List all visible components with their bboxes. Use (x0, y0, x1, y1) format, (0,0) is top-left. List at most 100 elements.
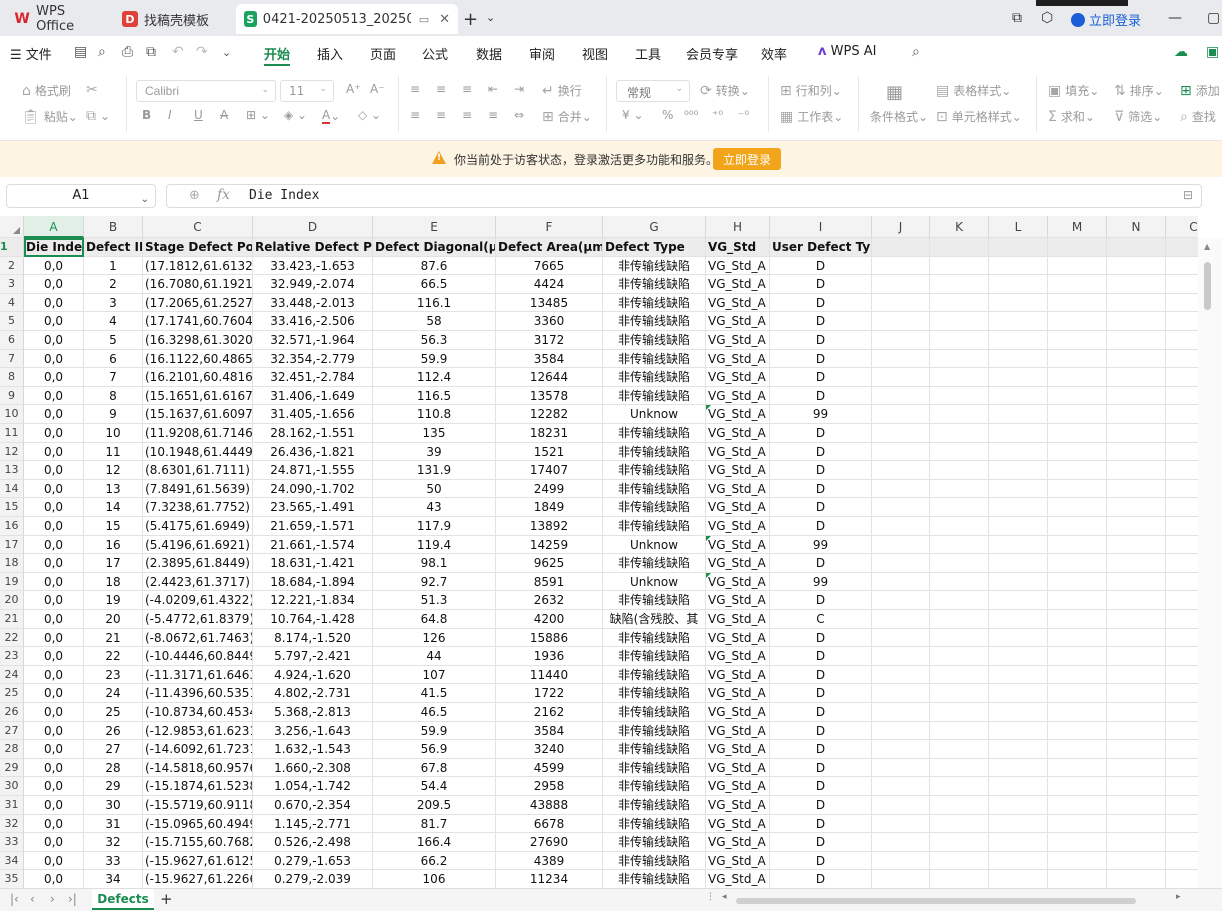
table-cell[interactable]: VG_Std_A (706, 293, 770, 313)
table-cell[interactable] (1107, 461, 1166, 480)
redo-icon[interactable]: ↷ (196, 44, 208, 60)
row-header[interactable]: 3 (0, 275, 24, 294)
distribute-icon[interactable]: ⇔ (514, 108, 524, 122)
header-cell[interactable]: Stage Defect Pos (143, 238, 253, 257)
table-cell[interactable] (930, 814, 989, 834)
sheet-tab-defects[interactable]: Defects (92, 889, 154, 910)
table-cell[interactable]: VG_Std_A (706, 610, 770, 629)
table-cell[interactable]: (-11.4396,60.5351) (143, 684, 253, 703)
table-cell[interactable]: 4200 (496, 610, 603, 629)
convert-button[interactable]: ⟳ 转换 ⌄ (700, 82, 750, 99)
table-cell[interactable]: 18 (84, 572, 143, 592)
table-cell[interactable]: 11234 (496, 870, 603, 889)
table-cell[interactable] (872, 758, 930, 778)
table-cell[interactable]: 4.802,-2.731 (253, 684, 373, 703)
export-icon[interactable]: ⌕ (98, 44, 106, 60)
table-cell[interactable]: D (770, 368, 872, 387)
table-cell[interactable]: (-10.4446,60.8449) (143, 647, 253, 666)
table-cell[interactable]: 0,0 (24, 386, 84, 406)
table-cell[interactable]: 14 (84, 498, 143, 517)
table-cell[interactable] (1048, 517, 1107, 536)
table-cell[interactable]: 非传输线缺陷 (603, 386, 706, 406)
table-cell[interactable]: 131.9 (373, 461, 496, 480)
table-cell[interactable]: VG_Std_A (706, 554, 770, 573)
table-cell[interactable] (1166, 387, 1198, 406)
table-cell[interactable] (1166, 275, 1198, 294)
menu-review[interactable]: 审阅 (529, 44, 555, 63)
table-cell[interactable] (872, 535, 930, 555)
table-cell[interactable] (1048, 628, 1107, 648)
table-cell[interactable]: 66.5 (373, 275, 496, 294)
row-header[interactable]: 10 (0, 405, 24, 424)
clear-icon[interactable]: ◇ ⌄ (358, 108, 381, 122)
table-cell[interactable]: 106 (373, 870, 496, 889)
table-cell[interactable]: 1 (84, 256, 143, 276)
table-cell[interactable]: VG_Std_A (706, 517, 770, 536)
row-header[interactable]: 23 (0, 647, 24, 666)
column-header[interactable]: H (706, 216, 770, 238)
add-button[interactable]: ⊞ 添加 (1180, 82, 1220, 99)
table-cell[interactable]: 非传输线缺陷 (603, 758, 706, 778)
row-header[interactable]: 35 (0, 870, 24, 889)
justify-icon[interactable]: ≡ (488, 108, 498, 122)
table-cell[interactable] (1048, 442, 1107, 462)
table-cell[interactable] (930, 498, 989, 517)
table-cell[interactable]: (5.4175,61.6949) (143, 517, 253, 536)
table-cell[interactable]: 31.405,-1.656 (253, 405, 373, 424)
table-cell[interactable] (930, 331, 989, 350)
row-header[interactable]: 25 (0, 684, 24, 703)
table-cell[interactable] (1048, 461, 1107, 480)
table-cell[interactable]: 1.632,-1.543 (253, 740, 373, 759)
wps-ai-button[interactable]: ᴧ WPS AI (818, 44, 876, 59)
table-cell[interactable]: 8 (84, 386, 143, 406)
table-cell[interactable] (1166, 629, 1198, 648)
table-cell[interactable]: 0,0 (24, 312, 84, 331)
rows-cols-button[interactable]: ⊞ 行和列 ⌄ (780, 82, 842, 99)
table-cell[interactable] (930, 833, 989, 852)
table-cell[interactable]: 非传输线缺陷 (603, 721, 706, 741)
table-cell[interactable] (930, 721, 989, 741)
table-cell[interactable]: 110.8 (373, 405, 496, 424)
align-bottom-icon[interactable]: ≡ (462, 82, 472, 96)
more-icon[interactable]: ⋮ (706, 892, 715, 902)
table-cell[interactable]: 11440 (496, 665, 603, 685)
table-cell[interactable]: D (770, 628, 872, 648)
table-cell[interactable] (872, 331, 930, 350)
table-cell[interactable]: 非传输线缺陷 (603, 628, 706, 648)
table-cell[interactable] (930, 312, 989, 331)
header-cell[interactable] (930, 238, 989, 257)
table-cell[interactable] (989, 796, 1048, 815)
table-cell[interactable]: 非传输线缺陷 (603, 833, 706, 852)
column-header[interactable]: B (84, 216, 143, 238)
font-size-select[interactable]: 11 ⌄ (280, 80, 334, 102)
table-cell[interactable]: 44 (373, 647, 496, 666)
table-cell[interactable] (1048, 833, 1107, 852)
table-cell[interactable]: VG_Std_A (706, 386, 770, 406)
table-cell[interactable]: 32.451,-2.784 (253, 368, 373, 387)
row-header[interactable]: 33 (0, 833, 24, 852)
prev-sheet-icon[interactable]: ‹ (30, 892, 35, 906)
table-style-button[interactable]: ▤ 表格样式 ⌄ (936, 82, 1011, 99)
table-cell[interactable]: VG_Std_A (706, 833, 770, 852)
table-cell[interactable] (1107, 405, 1166, 424)
table-cell[interactable]: 27 (84, 740, 143, 759)
table-cell[interactable]: 43 (373, 498, 496, 517)
menu-formula[interactable]: 公式 (422, 44, 448, 63)
table-cell[interactable] (1048, 293, 1107, 313)
table-cell[interactable]: 0,0 (24, 275, 84, 294)
table-cell[interactable]: 非传输线缺陷 (603, 312, 706, 331)
worksheet-button[interactable]: ▦ 工作表 ⌄ (780, 108, 843, 125)
table-cell[interactable]: 0.279,-1.653 (253, 851, 373, 871)
decrease-font-icon[interactable]: A⁻ (370, 82, 385, 96)
table-cell[interactable]: 非传输线缺陷 (603, 442, 706, 462)
menu-tools[interactable]: 工具 (635, 44, 661, 63)
menu-home[interactable]: 开始 (264, 44, 290, 63)
table-cell[interactable]: 非传输线缺陷 (603, 461, 706, 480)
table-cell[interactable]: VG_Std_A (706, 703, 770, 722)
table-cell[interactable]: 7 (84, 368, 143, 387)
table-cell[interactable] (872, 628, 930, 648)
table-cell[interactable]: 0,0 (24, 554, 84, 573)
table-cell[interactable]: D (770, 777, 872, 796)
table-cell[interactable]: D (770, 442, 872, 462)
next-sheet-icon[interactable]: › (50, 892, 55, 906)
